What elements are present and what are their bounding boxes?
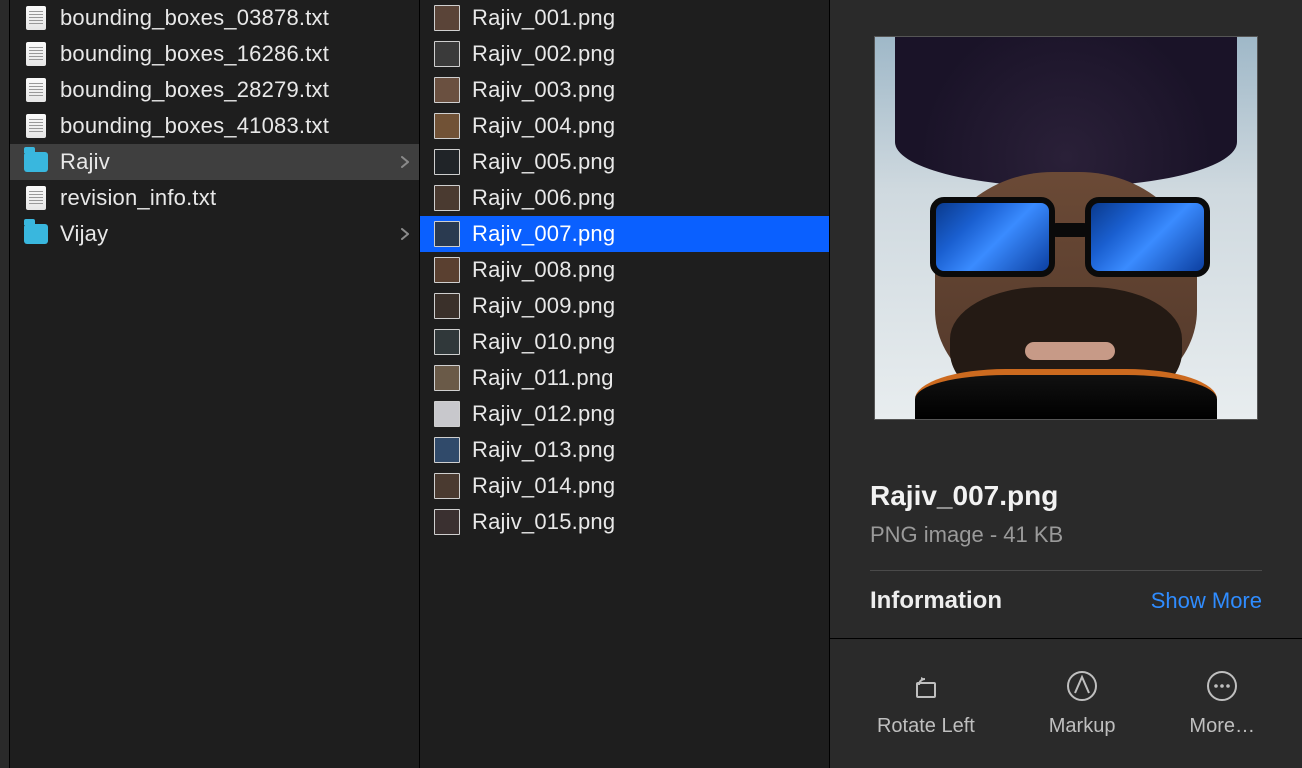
chevron-right-icon (401, 228, 409, 240)
markup-label: Markup (1049, 715, 1116, 738)
preview-filename: Rajiv_007.png (870, 480, 1262, 512)
item-label: bounding_boxes_16286.txt (60, 41, 329, 67)
item-label: bounding_boxes_28279.txt (60, 77, 329, 103)
image-thumbnail (434, 149, 460, 175)
text-file-icon (24, 114, 48, 138)
item-label: Rajiv_013.png (472, 437, 615, 463)
image-file-row[interactable]: Rajiv_001.png (420, 0, 829, 36)
folder-icon (24, 150, 48, 174)
image-file-row[interactable]: Rajiv_014.png (420, 468, 829, 504)
markup-icon (1065, 669, 1099, 703)
more-icon (1205, 669, 1239, 703)
image-file-row[interactable]: Rajiv_004.png (420, 108, 829, 144)
image-file-row[interactable]: Rajiv_015.png (420, 504, 829, 540)
image-file-row[interactable]: Rajiv_008.png (420, 252, 829, 288)
item-label: Rajiv_015.png (472, 509, 615, 535)
image-thumbnail (434, 77, 460, 103)
information-heading: Information (870, 587, 1002, 615)
quick-actions-bar: Rotate Left Markup (830, 638, 1302, 768)
image-thumbnail (434, 41, 460, 67)
finder-column-folder: Rajiv_001.png Rajiv_002.png Rajiv_003.png R… (420, 0, 830, 768)
image-file-row[interactable]: Rajiv_003.png (420, 72, 829, 108)
image-file-row[interactable]: Rajiv_007.png (420, 216, 829, 252)
item-label: Rajiv_006.png (472, 185, 615, 211)
image-thumbnail (434, 5, 460, 31)
file-row[interactable]: revision_info.txt (10, 180, 419, 216)
window-edge (0, 0, 10, 768)
rotate-left-button[interactable]: Rotate Left (877, 669, 975, 738)
item-label: Rajiv_012.png (472, 401, 615, 427)
item-label: Rajiv_001.png (472, 5, 615, 31)
item-label: Rajiv_009.png (472, 293, 615, 319)
image-thumbnail (434, 473, 460, 499)
image-thumbnail (434, 113, 460, 139)
folder-row[interactable]: Vijay (10, 216, 419, 252)
markup-button[interactable]: Markup (1049, 669, 1116, 738)
file-row[interactable]: bounding_boxes_16286.txt (10, 36, 419, 72)
image-file-row[interactable]: Rajiv_006.png (420, 180, 829, 216)
preview-pane: Rajiv_007.png PNG image - 41 KB Informat… (830, 0, 1302, 768)
folder-row[interactable]: Rajiv (10, 144, 419, 180)
image-thumbnail (434, 437, 460, 463)
image-thumbnail (434, 185, 460, 211)
image-file-row[interactable]: Rajiv_005.png (420, 144, 829, 180)
item-label: Rajiv_005.png (472, 149, 615, 175)
text-file-icon (24, 6, 48, 30)
image-thumbnail (434, 509, 460, 535)
rotate-left-icon (909, 669, 943, 703)
folder-icon (24, 222, 48, 246)
rotate-left-label: Rotate Left (877, 715, 975, 738)
image-thumbnail (434, 257, 460, 283)
image-file-row[interactable]: Rajiv_012.png (420, 396, 829, 432)
show-more-link[interactable]: Show More (1151, 588, 1262, 614)
image-file-row[interactable]: Rajiv_010.png (420, 324, 829, 360)
item-label: Rajiv_011.png (472, 365, 614, 391)
item-label: Rajiv_008.png (472, 257, 615, 283)
more-label: More… (1189, 715, 1255, 738)
image-thumbnail (434, 401, 460, 427)
item-label: Rajiv_014.png (472, 473, 615, 499)
file-row[interactable]: bounding_boxes_41083.txt (10, 108, 419, 144)
preview-image[interactable] (874, 36, 1258, 420)
file-row[interactable]: bounding_boxes_03878.txt (10, 0, 419, 36)
chevron-right-icon (401, 156, 409, 168)
item-label: Rajiv (60, 149, 110, 175)
item-label: Rajiv_002.png (472, 41, 615, 67)
image-file-row[interactable]: Rajiv_002.png (420, 36, 829, 72)
item-label: bounding_boxes_03878.txt (60, 5, 329, 31)
image-thumbnail (434, 365, 460, 391)
item-label: Vijay (60, 221, 108, 247)
item-label: Rajiv_003.png (472, 77, 615, 103)
preview-subtitle: PNG image - 41 KB (870, 522, 1262, 548)
item-label: Rajiv_007.png (472, 221, 615, 247)
text-file-icon (24, 186, 48, 210)
file-row[interactable]: bounding_boxes_28279.txt (10, 72, 419, 108)
image-file-row[interactable]: Rajiv_011.png (420, 360, 829, 396)
more-button[interactable]: More… (1189, 669, 1255, 738)
item-label: Rajiv_010.png (472, 329, 615, 355)
item-label: revision_info.txt (60, 185, 216, 211)
image-thumbnail (434, 329, 460, 355)
text-file-icon (24, 42, 48, 66)
image-thumbnail (434, 221, 460, 247)
finder-column-parent: bounding_boxes_03878.txt bounding_boxes_1… (10, 0, 420, 768)
image-file-row[interactable]: Rajiv_009.png (420, 288, 829, 324)
item-label: Rajiv_004.png (472, 113, 615, 139)
image-thumbnail (434, 293, 460, 319)
item-label: bounding_boxes_41083.txt (60, 113, 329, 139)
image-file-row[interactable]: Rajiv_013.png (420, 432, 829, 468)
text-file-icon (24, 78, 48, 102)
